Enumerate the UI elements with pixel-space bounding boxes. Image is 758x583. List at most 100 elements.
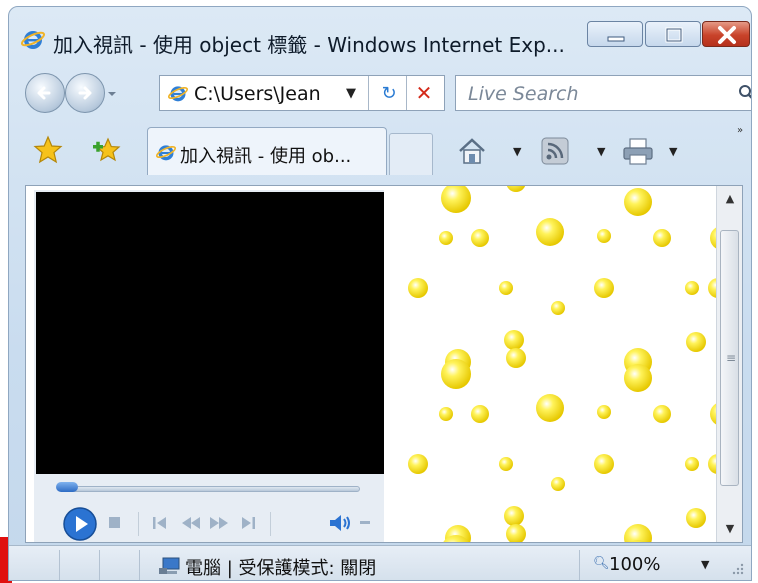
yellow-dot <box>471 405 489 423</box>
security-zone-text: 電腦 | 受保護模式: 關閉 <box>185 558 377 579</box>
ie-page-icon <box>156 145 176 161</box>
yellow-dot <box>504 330 524 350</box>
yellow-dot <box>594 278 614 298</box>
more-commands-chevron-icon[interactable]: » <box>737 125 743 136</box>
close-icon <box>718 26 736 44</box>
resize-grip-icon[interactable] <box>731 562 745 576</box>
previous-icon[interactable] <box>152 516 168 530</box>
zoom-level[interactable]: 100% <box>609 554 660 575</box>
media-player <box>34 190 384 542</box>
minimize-button[interactable] <box>587 21 643 47</box>
home-dropdown-icon[interactable]: ▼ <box>513 145 521 158</box>
status-bar: 電腦 | 受保護模式: 關閉 🔍︎ 100% ▼ <box>9 545 751 580</box>
yellow-dot <box>408 454 428 474</box>
scroll-grip-icon: ≡ <box>726 351 737 365</box>
status-separator <box>579 550 580 580</box>
status-separator <box>99 550 100 580</box>
yellow-dot <box>506 348 526 368</box>
ie-browser-window: 加入視訊 - 使用 object 標籤 - Windows Internet E… <box>8 6 752 581</box>
next-icon[interactable] <box>240 516 256 530</box>
print-dropdown-icon[interactable]: ▼ <box>669 145 677 158</box>
yellow-dot <box>504 506 524 526</box>
yellow-dot <box>686 332 706 352</box>
seek-bar[interactable] <box>60 486 360 492</box>
zoom-icon[interactable]: 🔍︎ <box>593 556 610 571</box>
address-url[interactable]: C:\Users\Jean <box>194 83 321 105</box>
yellow-dot <box>653 405 671 423</box>
computer-icon <box>159 557 180 574</box>
stop-icon[interactable]: ✕ <box>412 81 436 105</box>
search-input[interactable] <box>466 81 730 107</box>
print-icon[interactable] <box>621 137 655 167</box>
yellow-dot <box>597 405 611 419</box>
maximize-button[interactable] <box>645 21 701 47</box>
search-box[interactable] <box>455 75 752 111</box>
yellow-dot <box>471 229 489 247</box>
minimize-icon <box>607 36 625 42</box>
feed-dropdown-icon[interactable]: ▼ <box>597 145 605 158</box>
zoom-dropdown-icon[interactable]: ▼ <box>701 558 709 571</box>
video-display[interactable] <box>36 192 384 474</box>
search-icon[interactable] <box>738 84 752 102</box>
address-separator <box>406 76 407 110</box>
yellow-dot <box>408 278 428 298</box>
yellow-dot <box>685 281 699 295</box>
back-arrow-icon <box>37 86 51 100</box>
status-separator <box>139 550 140 580</box>
new-tab-button[interactable] <box>389 133 433 175</box>
scroll-up-arrow-icon[interactable]: ▲ <box>717 186 742 212</box>
yellow-dot <box>551 477 565 491</box>
add-favorites-icon[interactable] <box>91 135 123 165</box>
yellow-dot <box>551 301 565 315</box>
yellow-dot <box>439 231 453 245</box>
yellow-dot <box>594 454 614 474</box>
yellow-dot <box>499 281 513 295</box>
favorites-tab-bar: 加入視訊 - 使用 ob... ▼ ▼ ▼ » <box>9 121 751 177</box>
rss-feed-icon[interactable] <box>541 137 569 165</box>
tab-label: 加入視訊 - 使用 ob... <box>180 146 352 167</box>
refresh-icon[interactable]: ↻ <box>378 83 400 105</box>
volume-slider[interactable] <box>360 521 370 524</box>
play-icon[interactable] <box>62 506 98 542</box>
tab-current[interactable]: 加入視訊 - 使用 ob... <box>147 127 387 175</box>
title-bar: 加入視訊 - 使用 object 標籤 - Windows Internet E… <box>9 7 751 65</box>
page-content: ▲ ≡ ▼ <box>25 185 743 543</box>
volume-icon[interactable] <box>328 512 354 534</box>
status-separator <box>59 550 60 580</box>
back-button[interactable] <box>25 73 65 113</box>
home-icon[interactable] <box>457 137 487 165</box>
yellow-dot <box>653 229 671 247</box>
yellow-dot <box>506 524 526 542</box>
yellow-dot <box>506 186 526 192</box>
ie-page-icon <box>168 86 188 102</box>
yellow-dot <box>441 186 471 213</box>
yellow-dot <box>597 229 611 243</box>
fast-forward-icon[interactable] <box>208 516 230 530</box>
forward-button[interactable] <box>65 73 105 113</box>
stop-media-icon[interactable] <box>108 516 122 530</box>
yellow-dot <box>624 364 652 392</box>
yellow-dot <box>536 394 564 422</box>
close-button[interactable] <box>702 21 750 47</box>
favorites-star-icon[interactable] <box>33 135 63 165</box>
seek-thumb[interactable] <box>56 482 78 492</box>
rewind-icon[interactable] <box>180 516 202 530</box>
maximize-icon <box>665 27 683 43</box>
control-separator <box>138 512 139 536</box>
address-separator <box>368 76 369 110</box>
scroll-down-arrow-icon[interactable]: ▼ <box>717 516 742 542</box>
window-title: 加入視訊 - 使用 object 標籤 - Windows Internet E… <box>53 33 565 57</box>
ie-logo-icon <box>21 31 45 49</box>
scroll-thumb[interactable]: ≡ <box>720 230 739 486</box>
yellow-dot <box>499 457 513 471</box>
navigation-bar: C:\Users\Jean ▼ ↻ ✕ <box>9 67 751 117</box>
yellow-dot <box>439 407 453 421</box>
vertical-scrollbar[interactable]: ▲ ≡ ▼ <box>716 186 742 542</box>
yellow-dot <box>685 457 699 471</box>
recent-pages-dropdown-icon[interactable] <box>107 89 117 99</box>
yellow-dot <box>686 508 706 528</box>
control-separator <box>270 512 271 536</box>
address-bar[interactable]: C:\Users\Jean ▼ ↻ ✕ <box>159 75 445 111</box>
yellow-dot <box>536 218 564 246</box>
address-dropdown-icon[interactable]: ▼ <box>346 86 356 101</box>
